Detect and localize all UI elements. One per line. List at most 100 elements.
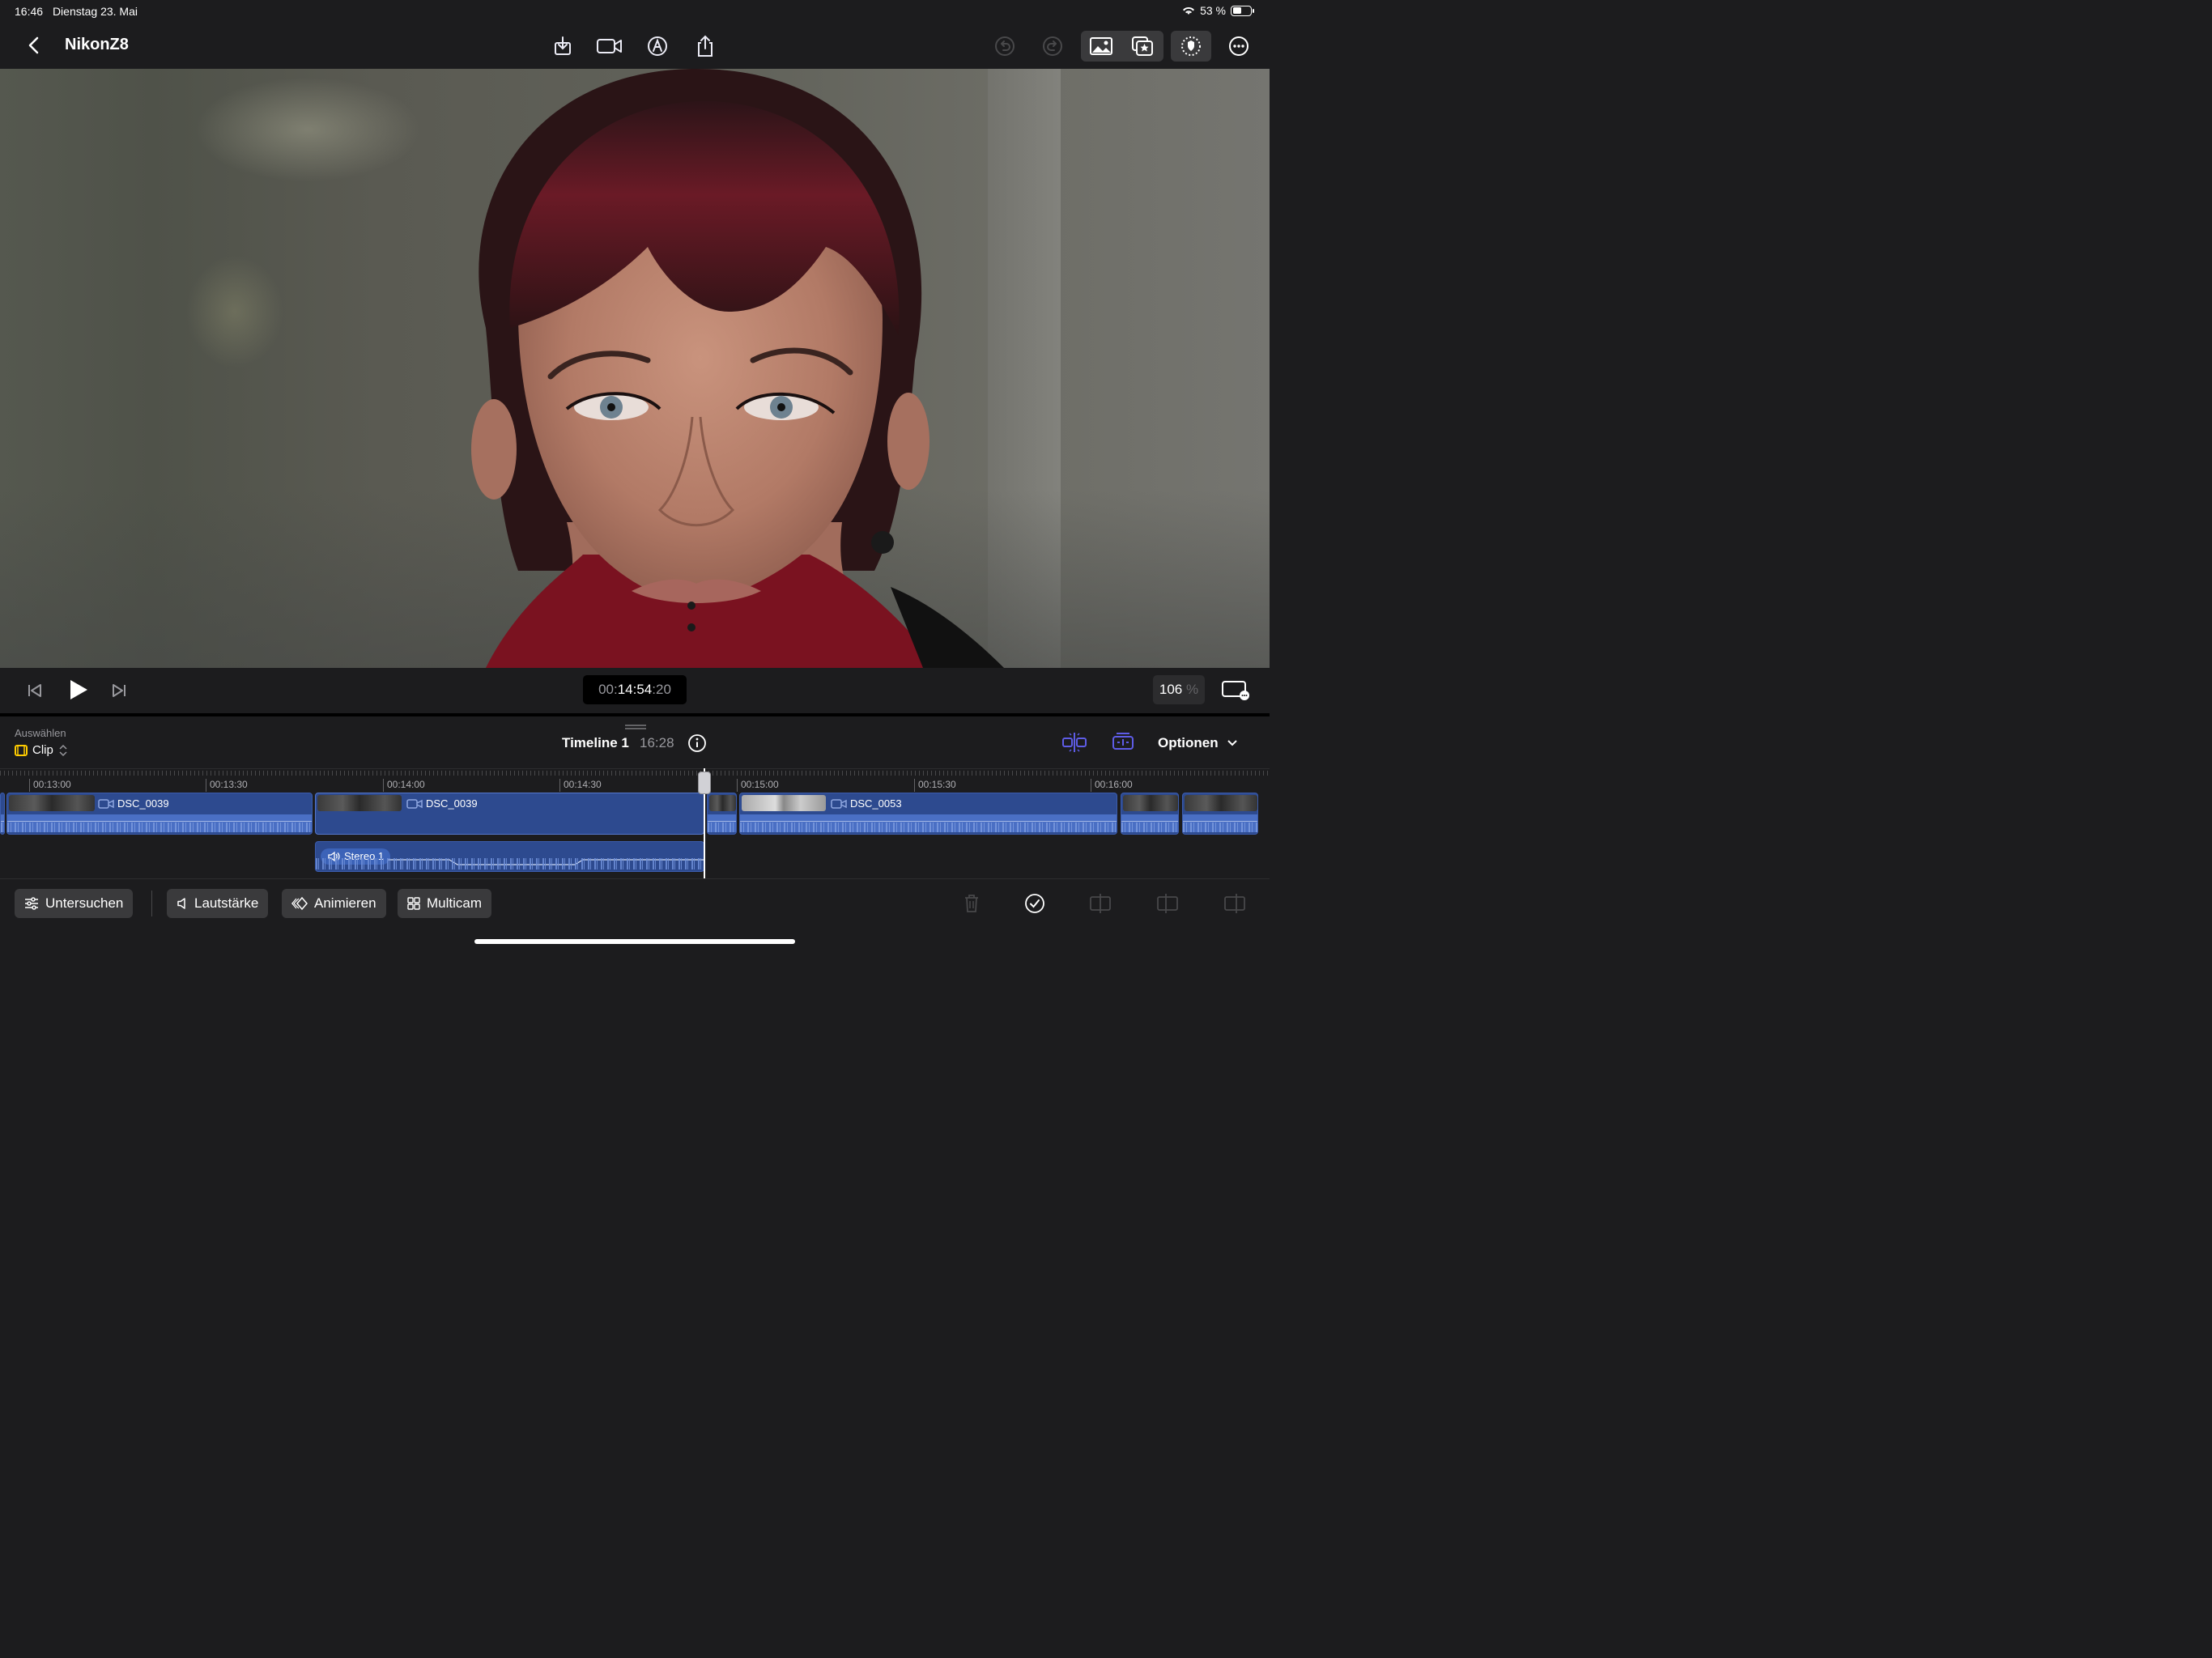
zoom-value: 106 bbox=[1159, 682, 1183, 697]
favorites-icon[interactable] bbox=[1129, 32, 1156, 60]
video-camera-icon bbox=[406, 798, 423, 809]
trim-start-icon[interactable] bbox=[1156, 892, 1179, 915]
skip-back-icon[interactable] bbox=[26, 682, 44, 704]
snapping-icon[interactable] bbox=[1061, 731, 1088, 758]
keyframe-icon bbox=[291, 897, 308, 910]
grid-icon bbox=[407, 897, 420, 910]
photos-icon[interactable] bbox=[1087, 32, 1115, 60]
share-icon[interactable] bbox=[691, 32, 719, 60]
clip-thumbnails bbox=[709, 795, 736, 811]
animate-button[interactable]: Animieren bbox=[282, 889, 386, 918]
audio-waveform bbox=[7, 814, 312, 832]
skimming-icon[interactable] bbox=[1109, 731, 1137, 758]
sliders-icon bbox=[25, 897, 38, 910]
camera-icon[interactable] bbox=[596, 32, 623, 60]
animate-label: Animieren bbox=[314, 895, 376, 911]
status-time: 16:46 bbox=[15, 5, 44, 18]
ruler-label: 00:13:30 bbox=[206, 779, 248, 792]
ruler-ticks bbox=[0, 771, 1270, 776]
trash-icon[interactable] bbox=[960, 892, 983, 915]
clip-thumbnails bbox=[1185, 795, 1257, 811]
battery-icon bbox=[1231, 5, 1254, 16]
clip-name: DSC_0053 bbox=[850, 797, 902, 810]
clip-thumbnails bbox=[1123, 795, 1178, 811]
timeline-duration: 16:28 bbox=[640, 735, 674, 750]
clip-thumbnails bbox=[317, 795, 402, 811]
portrait-subject bbox=[471, 69, 1004, 668]
top-toolbar: NikonZ8 bbox=[0, 23, 1270, 69]
stabilize-icon[interactable] bbox=[1177, 32, 1205, 60]
video-viewer[interactable] bbox=[0, 69, 1270, 668]
timeline-ruler[interactable]: 00:13:00 00:13:30 00:14:00 00:14:30 00:1… bbox=[0, 768, 1270, 792]
inspect-button[interactable]: Untersuchen bbox=[15, 889, 134, 918]
audio-waveform bbox=[740, 814, 1117, 832]
ruler-label: 00:13:00 bbox=[29, 779, 71, 792]
skip-forward-icon[interactable] bbox=[110, 682, 128, 704]
video-clip[interactable] bbox=[1121, 793, 1179, 835]
trim-end-icon[interactable] bbox=[1223, 892, 1246, 915]
clip-label: DSC_0039 bbox=[98, 797, 169, 810]
timecode-main: 14:54 bbox=[617, 682, 653, 697]
up-down-chevron-icon bbox=[59, 744, 67, 756]
clip-film-icon bbox=[15, 744, 28, 756]
video-camera-icon bbox=[98, 798, 114, 809]
clip-label: DSC_0039 bbox=[406, 797, 478, 810]
video-clip[interactable] bbox=[707, 793, 737, 835]
checkmark-circle-icon[interactable] bbox=[1023, 892, 1046, 915]
resize-grabber[interactable] bbox=[625, 725, 646, 729]
battery-percent: 53 % bbox=[1200, 4, 1226, 17]
toolbar-separator bbox=[151, 891, 152, 916]
import-icon[interactable] bbox=[549, 32, 576, 60]
viewer-zoom-button[interactable]: 106 % bbox=[1153, 675, 1205, 704]
volume-button[interactable]: Lautstärke bbox=[167, 889, 269, 918]
audio-waveform bbox=[1183, 814, 1257, 832]
timeline-header: Auswählen Clip Timeline 1 16:28 Optionen bbox=[0, 716, 1270, 768]
detached-audio-clip[interactable]: Stereo 1 bbox=[315, 841, 704, 872]
viewer-options-icon[interactable] bbox=[1221, 679, 1252, 706]
back-chevron-icon[interactable] bbox=[23, 34, 45, 57]
timeline[interactable]: 00:13:00 00:13:30 00:14:00 00:14:30 00:1… bbox=[0, 768, 1270, 878]
audio-waveform bbox=[1121, 814, 1178, 832]
ruler-label: 00:15:00 bbox=[737, 779, 779, 792]
ruler-label: 00:14:00 bbox=[383, 779, 425, 792]
options-menu-button[interactable]: Optionen bbox=[1158, 735, 1238, 751]
select-mode-picker[interactable]: Clip bbox=[15, 743, 68, 757]
clip-name: DSC_0039 bbox=[117, 797, 169, 810]
playhead-handle[interactable] bbox=[698, 772, 711, 794]
multicam-label: Multicam bbox=[427, 895, 483, 911]
multicam-button[interactable]: Multicam bbox=[398, 889, 492, 918]
transport-bar: 00:14:54:20 106 % bbox=[0, 668, 1270, 713]
video-clip[interactable] bbox=[0, 793, 5, 835]
video-camera-icon bbox=[831, 798, 847, 809]
undo-icon[interactable] bbox=[991, 32, 1019, 60]
timeline-name: Timeline 1 bbox=[562, 735, 629, 750]
status-bar: 16:46 Dienstag 23. Mai 53 % bbox=[0, 0, 1270, 23]
play-icon[interactable] bbox=[68, 678, 89, 705]
select-mode-label: Auswählen bbox=[15, 727, 66, 739]
video-clip[interactable] bbox=[1182, 793, 1258, 835]
volume-label: Lautstärke bbox=[194, 895, 259, 911]
voiceover-icon[interactable] bbox=[644, 32, 671, 60]
project-title: NikonZ8 bbox=[65, 36, 129, 53]
timecode-display[interactable]: 00:14:54:20 bbox=[583, 675, 687, 704]
ruler-label: 00:14:30 bbox=[559, 779, 602, 792]
chevron-down-icon bbox=[1227, 740, 1237, 746]
clip-name: DSC_0039 bbox=[426, 797, 478, 810]
audio-waveform bbox=[708, 814, 736, 832]
video-clip[interactable]: DSC_0053 bbox=[739, 793, 1117, 835]
clip-thumbnails bbox=[9, 795, 95, 811]
more-icon[interactable] bbox=[1225, 32, 1253, 60]
timecode-hours: 00: bbox=[598, 682, 618, 697]
speaker-icon bbox=[177, 898, 185, 909]
audio-waveform bbox=[1, 814, 4, 832]
timecode-frames: :20 bbox=[652, 682, 671, 697]
video-clip-detached[interactable]: DSC_0039 bbox=[315, 793, 704, 835]
ruler-label: 00:16:00 bbox=[1091, 779, 1133, 792]
video-clip[interactable]: DSC_0039 bbox=[6, 793, 313, 835]
home-indicator[interactable] bbox=[474, 939, 795, 944]
ruler-label: 00:15:30 bbox=[914, 779, 956, 792]
split-clip-icon[interactable] bbox=[1089, 892, 1112, 915]
zoom-unit: % bbox=[1185, 682, 1199, 697]
redo-icon[interactable] bbox=[1039, 32, 1066, 60]
info-icon[interactable] bbox=[687, 733, 707, 757]
